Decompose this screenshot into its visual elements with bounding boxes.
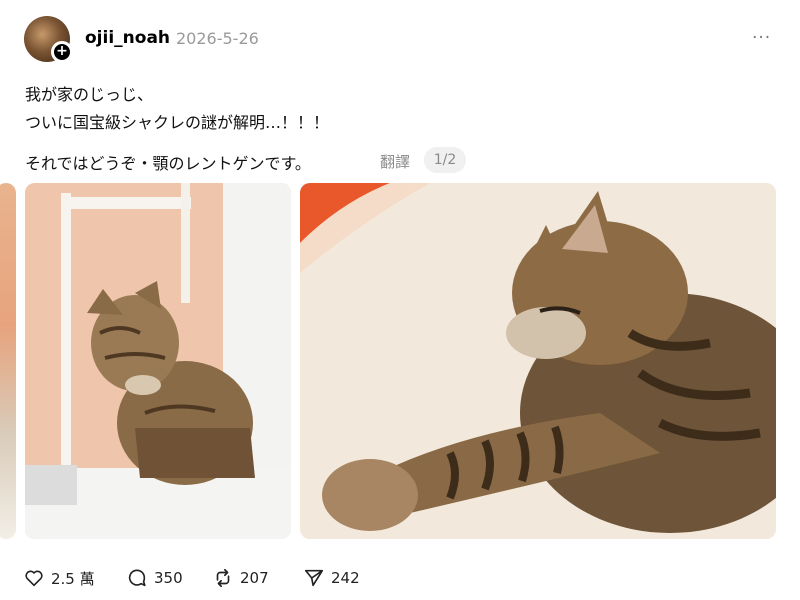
repost-icon bbox=[216, 568, 230, 588]
sleeping-cat-illustration bbox=[300, 183, 776, 539]
post-date: 2026-5-26 bbox=[176, 29, 259, 48]
like-count: 2.5 萬 bbox=[51, 569, 95, 588]
comment-icon bbox=[128, 569, 146, 587]
cat-mirror-photo[interactable] bbox=[25, 183, 291, 539]
more-options-button[interactable]: ··· bbox=[752, 28, 771, 48]
share-button[interactable]: 242 bbox=[303, 567, 360, 589]
carousel-image-previous[interactable] bbox=[0, 183, 16, 539]
like-button[interactable]: 2.5 萬 bbox=[23, 567, 95, 589]
username[interactable]: ojii_noah bbox=[85, 28, 170, 48]
sleeping-cat-photo[interactable] bbox=[300, 183, 776, 539]
post-text-line-3: それではどうぞ・顎のレントゲンです。 bbox=[25, 154, 311, 173]
repost-count: 207 bbox=[240, 569, 269, 587]
send-icon bbox=[304, 569, 324, 587]
page-indicator: 1/2 bbox=[424, 147, 466, 173]
follow-plus-icon[interactable]: + bbox=[51, 41, 73, 63]
cat-mirror-illustration bbox=[25, 183, 291, 539]
post-text-line-1: 我が家のじっじ、 bbox=[25, 85, 154, 104]
post-text-line-2: ついに国宝級シャクレの謎が解明…！！！ bbox=[25, 113, 330, 132]
heart-icon bbox=[25, 570, 43, 587]
share-count: 242 bbox=[331, 569, 360, 587]
translate-button[interactable]: 翻譯 bbox=[380, 151, 410, 172]
reply-count: 350 bbox=[154, 569, 183, 587]
reply-button[interactable]: 350 bbox=[126, 567, 183, 589]
repost-button[interactable]: 207 bbox=[212, 567, 269, 589]
